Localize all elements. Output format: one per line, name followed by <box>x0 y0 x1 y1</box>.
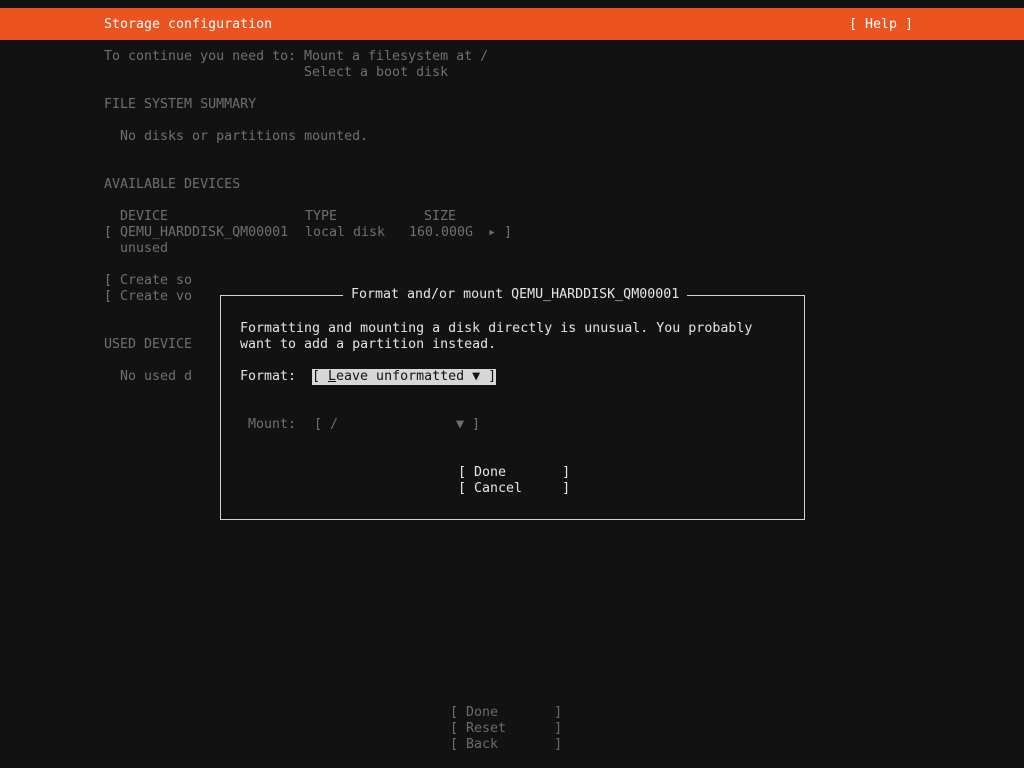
dialog-message-line2: want to add a partition instead. <box>240 337 497 352</box>
done-button[interactable]: [ Done ] <box>450 705 562 721</box>
chevron-down-icon: ▼ ] <box>472 369 497 384</box>
column-header-device: DEVICE <box>120 209 169 224</box>
dialog-done-button[interactable]: [ Done ] <box>458 465 570 481</box>
page-title: Storage configuration <box>104 17 273 32</box>
format-select-value: eave unformatted <box>336 369 465 384</box>
mount-select: [ / <box>314 417 339 432</box>
available-devices-heading: AVAILABLE DEVICES <box>104 177 241 192</box>
column-header-type: TYPE <box>305 209 338 224</box>
dialog-message-line1: Formatting and mounting a disk directly … <box>240 321 753 336</box>
fs-summary-heading: FILE SYSTEM SUMMARY <box>104 97 257 112</box>
reset-button[interactable]: [ Reset ] <box>450 721 562 737</box>
device-size: 160.000G <box>409 225 474 240</box>
mount-label: Mount: <box>248 417 297 432</box>
header-bar: Storage configuration [ Help ] <box>0 8 1024 40</box>
column-header-size: SIZE <box>424 209 457 224</box>
requirements-prefix: To continue you need to: <box>104 49 297 64</box>
back-button[interactable]: [ Back ] <box>450 737 562 753</box>
help-button[interactable]: [ Help ] <box>849 17 913 33</box>
format-label: Format: <box>240 369 297 384</box>
device-menu-arrow-icon[interactable]: ▸ ] <box>488 225 512 241</box>
format-select-cursor: L <box>328 369 337 384</box>
create-software-raid-button[interactable]: [ Create so <box>104 273 192 289</box>
used-devices-heading: USED DEVICE <box>104 337 193 352</box>
requirement-mount-root: Mount a filesystem at / <box>304 49 489 64</box>
device-type: local disk <box>305 225 386 240</box>
dialog-title: Format and/or mount QEMU_HARDDISK_QM0000… <box>343 287 688 303</box>
format-select[interactable]: [ Leave unformatted ▼ ] <box>312 369 497 385</box>
format-select-open-bracket: [ <box>312 369 329 384</box>
create-volume-group-button[interactable]: [ Create vo <box>104 289 192 305</box>
dialog-cancel-button[interactable]: [ Cancel ] <box>458 481 570 497</box>
fs-summary-empty: No disks or partitions mounted. <box>120 129 369 144</box>
used-devices-empty: No used d <box>120 369 193 384</box>
format-mount-dialog: Format and/or mount QEMU_HARDDISK_QM0000… <box>220 287 805 520</box>
device-name: QEMU_HARDDISK_QM00001 <box>120 225 289 240</box>
mount-chevron-down-icon: ▼ ] <box>456 417 481 432</box>
device-status: unused <box>120 241 169 256</box>
device-row-open-bracket: [ <box>104 225 113 240</box>
requirement-boot-disk: Select a boot disk <box>304 65 449 80</box>
